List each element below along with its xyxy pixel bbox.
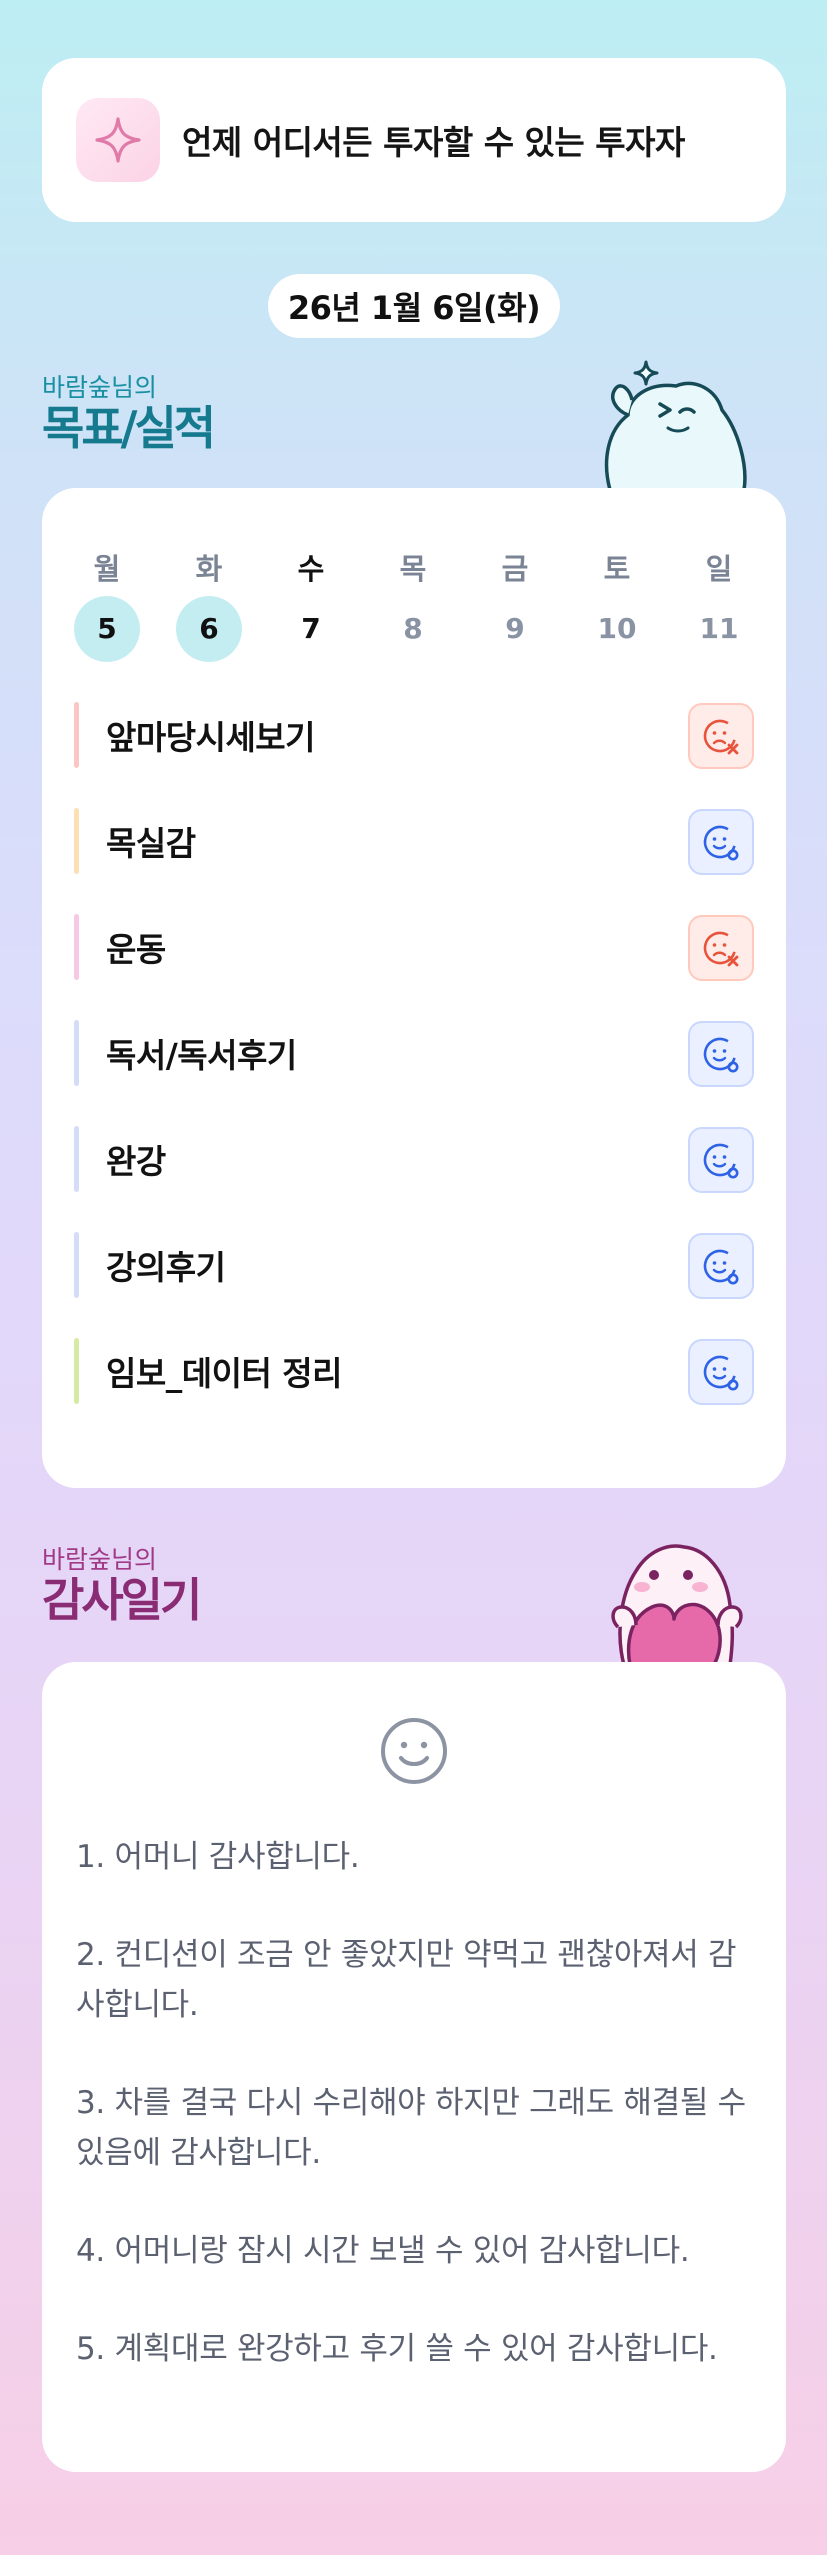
goal-row[interactable]: 독서/독서후기 [74, 1016, 754, 1096]
thanks-title: 감사일기 [42, 1573, 202, 1627]
weekday-label: 화 [195, 552, 223, 586]
motto-card[interactable]: 언제 어디서든 투자할 수 있는 투자자 [42, 58, 786, 222]
goal-color-bar [74, 1338, 79, 1404]
goal-color-bar [74, 1020, 79, 1086]
day-button[interactable]: 9 [482, 596, 548, 662]
smile-face-icon [379, 1716, 449, 1790]
goals-title: 목표/실적 [42, 401, 216, 455]
sad-face-x-icon[interactable] [688, 703, 754, 769]
goal-label: 운동 [106, 930, 166, 969]
thanks-section-title: 바람숲님의 감사일기 [42, 1545, 202, 1627]
goal-label: 강의후기 [106, 1248, 226, 1287]
goal-color-bar [74, 702, 79, 768]
motto-text: 언제 어디서든 투자할 수 있는 투자자 [182, 123, 685, 162]
goal-label: 완강 [106, 1142, 166, 1181]
goal-color-bar [74, 1126, 79, 1192]
smile-face-check-icon[interactable] [688, 1021, 754, 1087]
smile-face-check-icon[interactable] [688, 809, 754, 875]
gratitude-item: 5. 계획대로 완강하고 후기 쓸 수 있어 감사합니다. [76, 2331, 718, 2367]
goal-row[interactable]: 목실감 [74, 804, 754, 884]
goal-label: 임보_데이터 정리 [106, 1354, 343, 1393]
goals-card: 월 화 수 목 금 토 일 5 6 7 8 9 10 11 앞마당시세보기 목실… [42, 488, 786, 1488]
goal-label: 독서/독서후기 [106, 1036, 297, 1075]
day-button[interactable]: 5 [74, 596, 140, 662]
weekday-label: 일 [705, 552, 733, 586]
gratitude-item: 1. 어머니 감사합니다. [76, 1839, 360, 1875]
gratitude-item: 2. 컨디션이 조금 안 좋았지만 약먹고 괜찮아져서 감사합니다. [76, 1937, 737, 2023]
weekday-label: 수 [297, 552, 325, 586]
gratitude-item: 3. 차를 결국 다시 수리해야 하지만 그래도 해결될 수 있음에 감사합니다… [76, 2085, 746, 2171]
goal-color-bar [74, 808, 79, 874]
goal-row[interactable]: 운동 [74, 910, 754, 990]
sparkle-icon [76, 98, 160, 182]
weekday-label: 토 [603, 552, 631, 586]
day-button[interactable]: 7 [278, 596, 344, 662]
smile-face-check-icon[interactable] [688, 1127, 754, 1193]
weekday-label: 월 [93, 552, 121, 586]
weekday-label: 금 [501, 552, 529, 586]
thanks-subtitle: 바람숲님의 [42, 1545, 158, 1574]
goal-row[interactable]: 완강 [74, 1122, 754, 1202]
smile-face-check-icon[interactable] [688, 1233, 754, 1299]
smile-face-check-icon[interactable] [688, 1339, 754, 1405]
sad-face-x-icon[interactable] [688, 915, 754, 981]
mascot-ghost-illustration [604, 360, 747, 490]
goal-row[interactable]: 임보_데이터 정리 [74, 1334, 754, 1414]
gratitude-item: 4. 어머니랑 잠시 시간 보낼 수 있어 감사합니다. [76, 2233, 690, 2269]
goals-section-title: 바람숲님의 목표/실적 [42, 373, 216, 455]
day-button[interactable]: 6 [176, 596, 242, 662]
goal-label: 앞마당시세보기 [106, 718, 316, 757]
mascot-heart-illustration [611, 1544, 743, 1665]
goal-row[interactable]: 강의후기 [74, 1228, 754, 1308]
goal-label: 목실감 [106, 824, 196, 863]
goal-color-bar [74, 914, 79, 980]
day-button[interactable]: 8 [380, 596, 446, 662]
date-selector[interactable]: 26년 1월 6일(화) [268, 274, 560, 338]
goals-subtitle: 바람숲님의 [42, 373, 158, 402]
day-button[interactable]: 11 [686, 596, 752, 662]
gratitude-journal-card[interactable]: 1. 어머니 감사합니다. 2. 컨디션이 조금 안 좋았지만 약먹고 괜찮아져… [42, 1662, 786, 2472]
weekday-label: 목 [399, 552, 427, 586]
goal-color-bar [74, 1232, 79, 1298]
day-button[interactable]: 10 [584, 596, 650, 662]
goal-row[interactable]: 앞마당시세보기 [74, 698, 754, 778]
